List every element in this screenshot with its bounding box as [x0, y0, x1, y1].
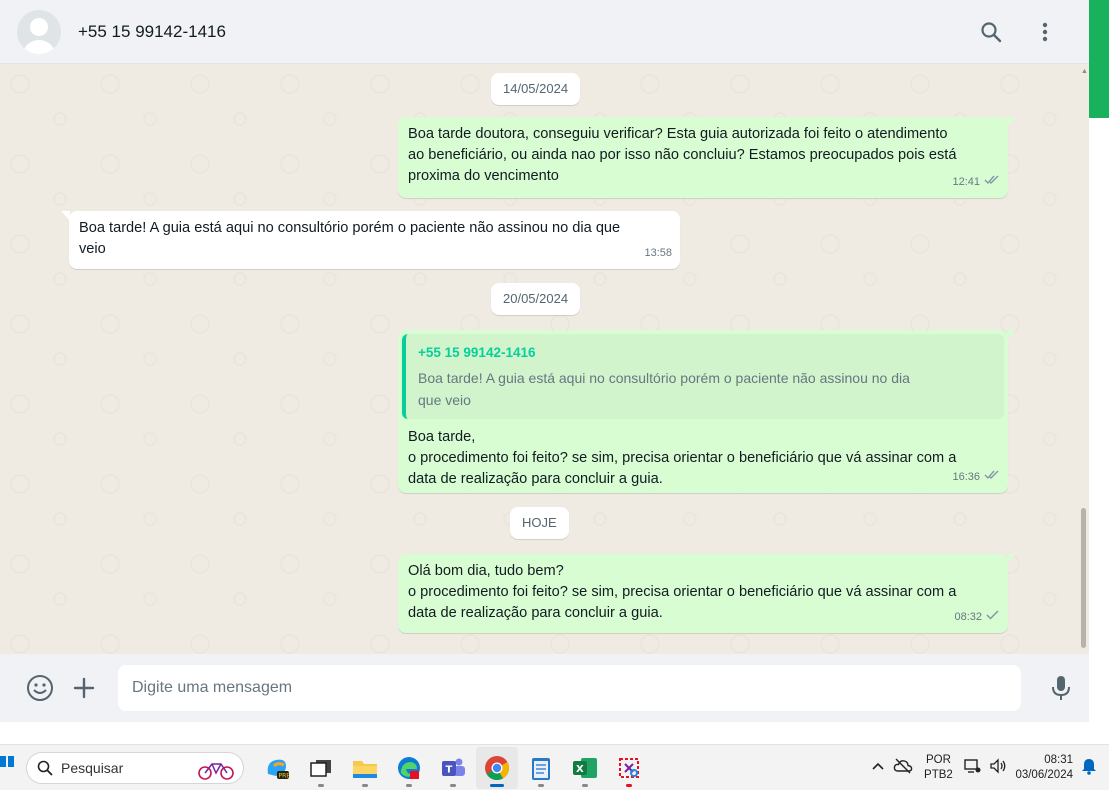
task-view-icon[interactable]: [300, 747, 342, 789]
svg-text:T: T: [446, 764, 453, 775]
search-icon: [37, 760, 53, 776]
search-icon[interactable]: [975, 16, 1007, 48]
taskbar-clock[interactable]: 08:31 03/06/2024: [1015, 753, 1073, 783]
svg-text:X: X: [576, 764, 584, 775]
message-outgoing-reply[interactable]: +55 15 99142-1416 Boa tarde! A guia está…: [398, 330, 1016, 493]
bicycle-icon: [197, 758, 235, 783]
double-check-icon: [984, 172, 1000, 193]
svg-text:PRE: PRE: [279, 772, 291, 779]
date-divider: 14/05/2024: [491, 73, 581, 105]
file-explorer-icon[interactable]: [344, 747, 386, 789]
chrome-browser-icon[interactable]: [476, 746, 518, 789]
message-text: Olá bom dia, tudo bem? o procedimento fo…: [408, 563, 957, 621]
quoted-author: +55 15 99142-1416: [418, 345, 536, 360]
network-icon[interactable]: [963, 758, 981, 777]
message-text: Boa tarde! A guia está aqui no consultór…: [79, 220, 621, 257]
date-divider: HOJE: [510, 507, 569, 539]
snipping-tool-icon[interactable]: [608, 747, 650, 789]
date-divider: 20/05/2024: [491, 283, 581, 315]
notepad-icon[interactable]: [520, 747, 562, 789]
message-outgoing[interactable]: Boa tarde doutora, conseguiu verificar? …: [398, 117, 1016, 198]
volume-icon[interactable]: [989, 758, 1007, 777]
message-incoming[interactable]: Boa tarde! A guia está aqui no consultór…: [61, 211, 680, 269]
chevron-up-icon[interactable]: [871, 761, 885, 774]
search-label: Pesquisar: [61, 759, 124, 776]
message-list[interactable]: 14/05/2024 Boa tarde doutora, conseguiu …: [0, 64, 1089, 654]
microphone-icon[interactable]: [1045, 672, 1077, 704]
message-text: Boa tarde doutora, conseguiu verificar? …: [408, 126, 957, 184]
message-composer: [0, 654, 1089, 722]
emoji-icon[interactable]: [24, 672, 56, 704]
excel-icon[interactable]: X: [564, 747, 606, 789]
window-gap: [0, 722, 1109, 744]
message-outgoing[interactable]: Olá bom dia, tudo bem? o procedimento fo…: [398, 554, 1016, 633]
message-time: 16:36: [952, 471, 980, 483]
single-check-icon: [986, 607, 1000, 628]
edge-browser-icon[interactable]: [388, 747, 430, 789]
menu-kebab-icon[interactable]: [1029, 16, 1061, 48]
window-scrollbar[interactable]: [1089, 0, 1109, 722]
os-taskbar: Pesquisar PRE T X POR PTB2 08:31 03/06/2…: [0, 744, 1109, 790]
attach-plus-icon[interactable]: [68, 672, 100, 704]
taskbar-search[interactable]: Pesquisar: [26, 751, 244, 784]
message-time: 12:41: [952, 176, 980, 188]
quoted-text: Boa tarde! A guia está aqui no consultór…: [418, 370, 910, 408]
contact-avatar[interactable]: [17, 9, 61, 54]
chat-header: +55 15 99142-1416: [0, 0, 1089, 64]
double-check-icon: [984, 467, 1000, 488]
notification-bell-icon[interactable]: [1081, 757, 1097, 778]
message-input[interactable]: [118, 665, 1021, 711]
chat-scrollbar[interactable]: ▲: [1081, 68, 1088, 650]
input-language[interactable]: POR PTB2: [921, 753, 955, 783]
copilot-app-icon[interactable]: PRE: [256, 747, 298, 789]
system-tray: POR PTB2 08:31 03/06/2024: [871, 753, 1097, 783]
onedrive-offline-icon[interactable]: [893, 758, 913, 777]
windows-start-icon[interactable]: [0, 755, 14, 780]
message-time: 13:58: [644, 247, 672, 259]
message-time: 08:32: [954, 611, 982, 623]
quoted-message[interactable]: +55 15 99142-1416 Boa tarde! A guia está…: [402, 334, 1004, 419]
teams-icon[interactable]: T: [432, 747, 474, 789]
contact-name[interactable]: +55 15 99142-1416: [78, 22, 226, 42]
message-text: Boa tarde, o procedimento foi feito? se …: [408, 429, 957, 487]
